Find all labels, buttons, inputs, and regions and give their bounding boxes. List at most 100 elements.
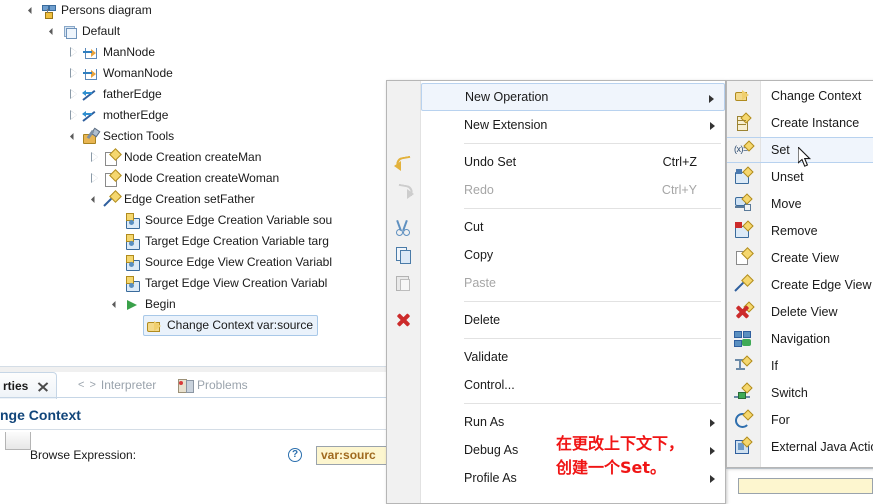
tree-item-content[interactable]: Source Edge Creation Variable sou [124,210,332,231]
tree-item-label: Persons diagram [61,3,152,17]
context-menu-item[interactable]: Cut [421,213,725,241]
background-expression-field[interactable] [738,478,873,494]
tree-item[interactable]: Begin [110,294,176,315]
tree-item[interactable]: Node Creation createWoman [89,168,279,189]
tree-item[interactable]: Node Creation createMan [89,147,261,168]
tree-item[interactable]: Section Tools [68,126,174,147]
for-icon [734,411,752,429]
submenu-arrow-icon [710,419,715,427]
tree-item-content[interactable]: Begin [124,294,176,315]
submenu-item[interactable]: For [761,407,873,433]
submenu-item[interactable]: Create Edge View [761,272,873,298]
close-x-icon[interactable] [37,381,48,392]
tree-item-content[interactable]: Persons diagram [40,0,152,21]
submenu-item[interactable]: Navigation [761,326,873,352]
tree-item[interactable]: Target Edge Creation Variable targ [110,231,329,252]
expand-arrow-closed-icon[interactable] [89,147,103,168]
change-context-icon [734,87,752,105]
tree-item-content[interactable]: motherEdge [82,105,168,126]
menu-separator [464,143,721,144]
expand-arrow-open-icon[interactable] [68,126,82,147]
copy-icon [395,246,413,264]
tree-item[interactable]: Default [47,21,120,42]
tree-item-content[interactable]: Node Creation createMan [103,147,261,168]
tree-item-content[interactable]: Default [61,21,120,42]
submenu-item[interactable]: Create View [761,245,873,271]
tree-item-content[interactable]: Target Edge View Creation Variabl [124,273,327,294]
tree-item-content[interactable]: Source Edge View Creation Variabl [124,252,332,273]
tree-item[interactable]: fatherEdge [68,84,162,105]
tree-item-content[interactable]: Node Creation createWoman [103,168,279,189]
submenu-item[interactable]: Set [727,137,873,163]
properties-tab[interactable]: rties [0,372,58,399]
tree-item-content[interactable]: Section Tools [82,126,174,147]
submenu-item[interactable]: Remove [761,218,873,244]
expand-arrow-open-icon[interactable] [26,0,40,21]
submenu-item-label: Set [771,143,790,157]
submenu-item[interactable]: Change Context [761,83,873,109]
submenu-items: Change Context Create Instance Set Unset Mov… [727,81,873,467]
expand-arrow-open-icon[interactable] [110,294,124,315]
if-icon [734,355,753,375]
context-menu-item[interactable]: Control... [421,371,725,399]
submenu-item-label: Create Edge View [771,278,872,292]
tree-item[interactable]: Source Edge View Creation Variabl [110,252,332,273]
context-menu-item[interactable]: Copy [421,241,725,269]
submenu-item[interactable]: Create Instance [761,110,873,136]
context-menu-item[interactable]: Redo Ctrl+Y [421,176,725,204]
tree-item-content[interactable]: Edge Creation setFather [103,189,255,210]
expand-arrow-open-icon[interactable] [89,189,103,210]
node-mapping-icon [82,66,98,82]
submenu-item[interactable]: Delete View [761,299,873,325]
remove-icon [734,222,752,240]
tree-item[interactable]: ManNode [68,42,155,63]
properties-tab[interactable]: Problems [170,372,256,398]
tree-item[interactable]: WomanNode [68,63,173,84]
tree-item[interactable]: motherEdge [68,105,168,126]
context-menu-item[interactable]: Undo Set Ctrl+Z [421,148,725,176]
submenu-item-label: Create Instance [771,116,860,130]
tree-item[interactable]: Target Edge View Creation Variabl [110,273,327,294]
submenu-item[interactable]: External Java Action [761,434,873,460]
expand-arrow-closed-icon[interactable] [68,105,82,126]
new-operation-submenu[interactable]: Change Context Create Instance Set Unset Mov… [726,80,873,468]
tree-item-content[interactable]: fatherEdge [82,84,162,105]
expand-arrow-closed-icon[interactable] [68,42,82,63]
context-menu-item[interactable]: Paste [421,269,725,297]
tree-item-content[interactable]: ManNode [82,42,155,63]
context-menu-item[interactable]: New Operation [421,83,725,111]
tree-item[interactable]: Change Context var:source [131,315,319,336]
properties-tab[interactable]: < > Interpreter [70,372,164,398]
context-menu-item-label: Control... [464,378,515,392]
submenu-item[interactable]: Unset [761,164,873,190]
expand-arrow-closed-icon[interactable] [68,63,82,84]
expand-arrow-closed-icon[interactable] [68,84,82,105]
tree-item-content[interactable]: WomanNode [82,63,173,84]
expand-arrow-open-icon[interactable] [47,21,61,42]
section-tools-icon [82,127,101,145]
submenu-item[interactable]: If [761,353,873,379]
tree-item[interactable]: Edge Creation setFather [89,189,255,210]
tree-item[interactable]: Source Edge Creation Variable sou [110,210,332,231]
help-icon[interactable]: ? [288,448,302,462]
tree-item-label: Edge Creation setFather [124,192,255,206]
default-layer-icon [61,24,77,40]
mouse-cursor-icon [798,147,812,167]
tree-item-content[interactable]: Target Edge Creation Variable targ [124,231,329,252]
properties-side-tab-button[interactable] [5,432,31,450]
submenu-item[interactable]: Switch [761,380,873,406]
set-icon [734,141,752,159]
submenu-item-label: Delete View [771,305,838,319]
tree-item-selected[interactable]: Change Context var:source [143,315,319,336]
submenu-item[interactable]: Move [761,191,873,217]
variable-icon [124,212,140,229]
context-menu-item[interactable]: New Extension [421,111,725,139]
context-menu-item[interactable]: Delete [421,306,725,334]
menu-separator [464,338,721,339]
context-menu-item[interactable]: Validate [421,343,725,371]
context-menu-item-label: Profile As [464,471,517,485]
expand-arrow-closed-icon[interactable] [89,168,103,189]
tree-item[interactable]: Persons diagram [26,0,152,21]
submenu-item-label: Move [771,197,802,211]
